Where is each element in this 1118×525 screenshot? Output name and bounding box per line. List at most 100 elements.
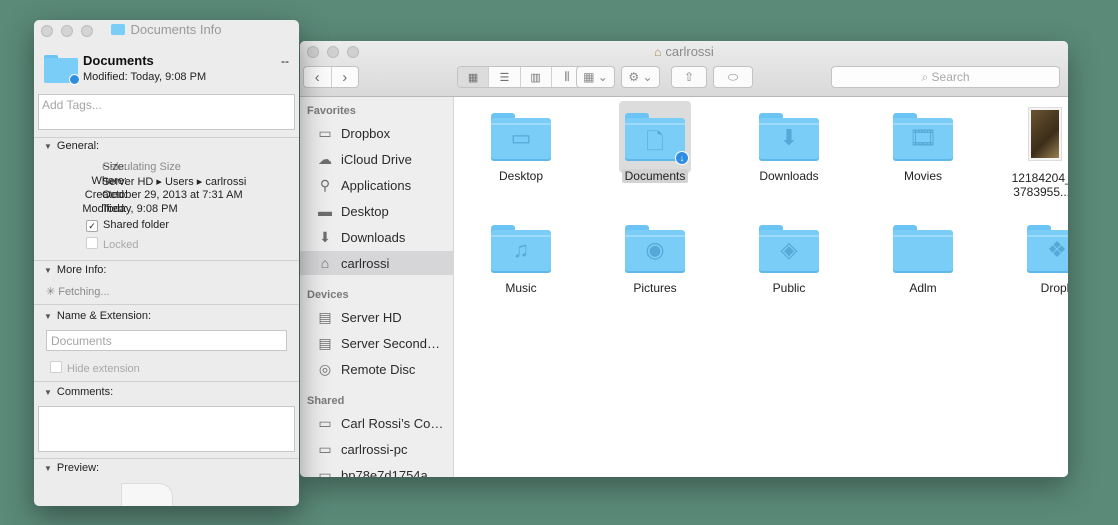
window-title: ⌂ carlrossi: [654, 44, 714, 59]
film-glyph-icon: 🎞: [909, 125, 937, 150]
divider: [34, 458, 299, 459]
sidebar-item-icloud-drive[interactable]: ☁ iCloud Drive: [300, 147, 453, 171]
back-button[interactable]: ‹: [304, 67, 332, 87]
hard-drive-icon: ▤: [318, 334, 332, 351]
tags-button[interactable]: ⬭: [713, 66, 753, 88]
item-pictures[interactable]: ◉ Pictures: [600, 225, 710, 295]
arrange-button[interactable]: ▦ ⌄: [576, 66, 615, 88]
downloads-icon: ⬇: [319, 228, 331, 245]
computer-icon: ▭: [318, 440, 332, 457]
view-mode-control: ▦ ☰ ▥ ⫼: [457, 66, 583, 88]
sidebar-item-server-hd[interactable]: ▤ Server HD: [300, 305, 453, 329]
back-forward-control: ‹ ›: [303, 66, 359, 88]
icon-view-button[interactable]: ▦: [458, 67, 490, 87]
shared-folder-checkbox[interactable]: ✓ Shared folder: [86, 219, 169, 232]
download-badge-icon: ↓: [675, 151, 689, 165]
disc-icon: ◎: [318, 360, 332, 377]
item-documents[interactable]: 🗋 ↓ Documents: [600, 113, 710, 183]
info-size-short: --: [281, 54, 289, 68]
file-grid: ▭ Desktop 🗋 ↓ Documents ⬇ Downloads 🎞 Mov…: [454, 97, 1068, 477]
disclosure-triangle-icon: ▼: [44, 266, 52, 275]
home-icon: ⌂: [320, 255, 330, 271]
search-field[interactable]: ⌕ Search: [831, 66, 1060, 88]
name-extension-section-toggle[interactable]: ▼ Name & Extension:: [44, 310, 151, 322]
preview-section-toggle[interactable]: ▼ Preview:: [44, 462, 99, 474]
folder-icon: 🎞: [893, 113, 953, 161]
comments-section-toggle[interactable]: ▼ Comments:: [44, 386, 113, 398]
home-icon: ⌂: [654, 45, 662, 59]
general-section-toggle[interactable]: ▼ General:: [44, 140, 99, 152]
fetching-status: ✳ Fetching...: [46, 286, 110, 298]
sidebar-item-desktop[interactable]: ▬ Desktop: [300, 199, 453, 223]
public-glyph-icon: ◈: [780, 237, 798, 262]
share-icon: ⇧: [683, 70, 695, 84]
item-movies[interactable]: 🎞 Movies: [868, 113, 978, 183]
folder-icon: [111, 24, 126, 35]
divider: [34, 304, 299, 305]
sidebar-item-downloads[interactable]: ⬇ Downloads: [300, 225, 453, 249]
locked-checkbox[interactable]: Locked: [86, 237, 138, 251]
sidebar-item-remote-disc[interactable]: ◎ Remote Disc: [300, 357, 453, 381]
disclosure-triangle-icon: ▼: [44, 312, 52, 321]
info-title: Documents Info: [34, 22, 299, 37]
finder-window: ⌂ carlrossi ‹ › ▦ ☰ ▥ ⫼ ▦ ⌄ ⚙ ⌄ ⇧ ⬭ ⌕ Sea…: [300, 41, 1068, 477]
action-button[interactable]: ⚙ ⌄: [621, 66, 660, 88]
camera-glyph-icon: ◉: [645, 237, 665, 262]
sidebar-item-carlrossi[interactable]: ⌂ carlrossi: [300, 251, 453, 275]
window-glyph-icon: ▭: [510, 125, 532, 150]
info-modified-header: Modified: Today, 9:08 PM: [83, 71, 207, 83]
folder-icon: [893, 225, 953, 273]
applications-icon: ⚲: [319, 176, 331, 193]
search-icon: ⌕: [921, 70, 932, 84]
item-dropbox[interactable]: ❖ Dropb: [1002, 225, 1068, 295]
divider: [34, 260, 299, 261]
item-desktop[interactable]: ▭ Desktop: [466, 113, 576, 183]
item-music[interactable]: ♫ Music: [466, 225, 576, 295]
computer-icon: ▭: [318, 466, 332, 478]
tags-field[interactable]: Add Tags...: [38, 94, 295, 130]
info-name: Documents: [83, 53, 154, 68]
computer-icon: ▭: [318, 414, 332, 431]
image-thumbnail: [1028, 107, 1062, 161]
info-window: Documents Info Documents -- Modified: To…: [34, 20, 299, 506]
sidebar-heading-devices: Devices: [307, 289, 349, 301]
download-glyph-icon: ⬇: [779, 125, 799, 150]
disclosure-triangle-icon: ▼: [44, 142, 52, 151]
item-public[interactable]: ◈ Public: [734, 225, 844, 295]
folder-icon: ▭: [318, 124, 332, 141]
folder-icon: ♫: [491, 225, 551, 273]
item-adlm[interactable]: Adlm: [868, 225, 978, 295]
sidebar-item-carl-rossi-computer[interactable]: ▭ Carl Rossi’s Co…: [300, 411, 453, 435]
checkmark-icon: ✓: [86, 220, 98, 232]
folder-icon: ◉: [625, 225, 685, 273]
sidebar-heading-shared: Shared: [307, 395, 345, 407]
documents-folder-icon: [44, 55, 80, 85]
column-view-button[interactable]: ▥: [521, 67, 552, 87]
sidebar-item-dropbox[interactable]: ▭ Dropbox: [300, 121, 453, 145]
item-image-file[interactable]: 12184204_13783955...6: [990, 107, 1068, 199]
sidebar-item-carlrossi-pc[interactable]: ▭ carlrossi-pc: [300, 437, 453, 461]
name-field[interactable]: Documents: [46, 330, 287, 351]
sidebar: Favorites ▭ Dropbox ☁ iCloud Drive ⚲ Applic…: [300, 97, 454, 477]
folder-icon: ❖: [1027, 225, 1068, 273]
folder-icon: ◈: [759, 225, 819, 273]
sidebar-item-bp78e7d1754a[interactable]: ▭ bp78e7d1754a…: [300, 463, 453, 478]
preview-document-icon: [121, 483, 173, 506]
folder-icon: ▭: [491, 113, 551, 161]
sidebar-item-applications[interactable]: ⚲ Applications: [300, 173, 453, 197]
grid-icon: ▦ ⌄: [583, 70, 608, 84]
disclosure-triangle-icon: ▼: [44, 388, 52, 397]
tag-icon: ⬭: [727, 69, 739, 84]
more-info-section-toggle[interactable]: ▼ More Info:: [44, 264, 106, 276]
share-button[interactable]: ⇧: [671, 66, 707, 88]
sidebar-item-server-second[interactable]: ▤ Server Second…: [300, 331, 453, 355]
gear-icon: ⚙ ⌄: [628, 70, 653, 84]
hide-extension-checkbox[interactable]: Hide extension: [50, 361, 140, 375]
item-downloads[interactable]: ⬇ Downloads: [734, 113, 844, 183]
comments-field[interactable]: [38, 406, 295, 452]
divider: [34, 381, 299, 382]
forward-button[interactable]: ›: [332, 67, 359, 87]
sidebar-heading-favorites: Favorites: [307, 105, 356, 117]
list-view-button[interactable]: ☰: [489, 67, 521, 87]
folder-icon: 🗋 ↓: [625, 113, 689, 165]
